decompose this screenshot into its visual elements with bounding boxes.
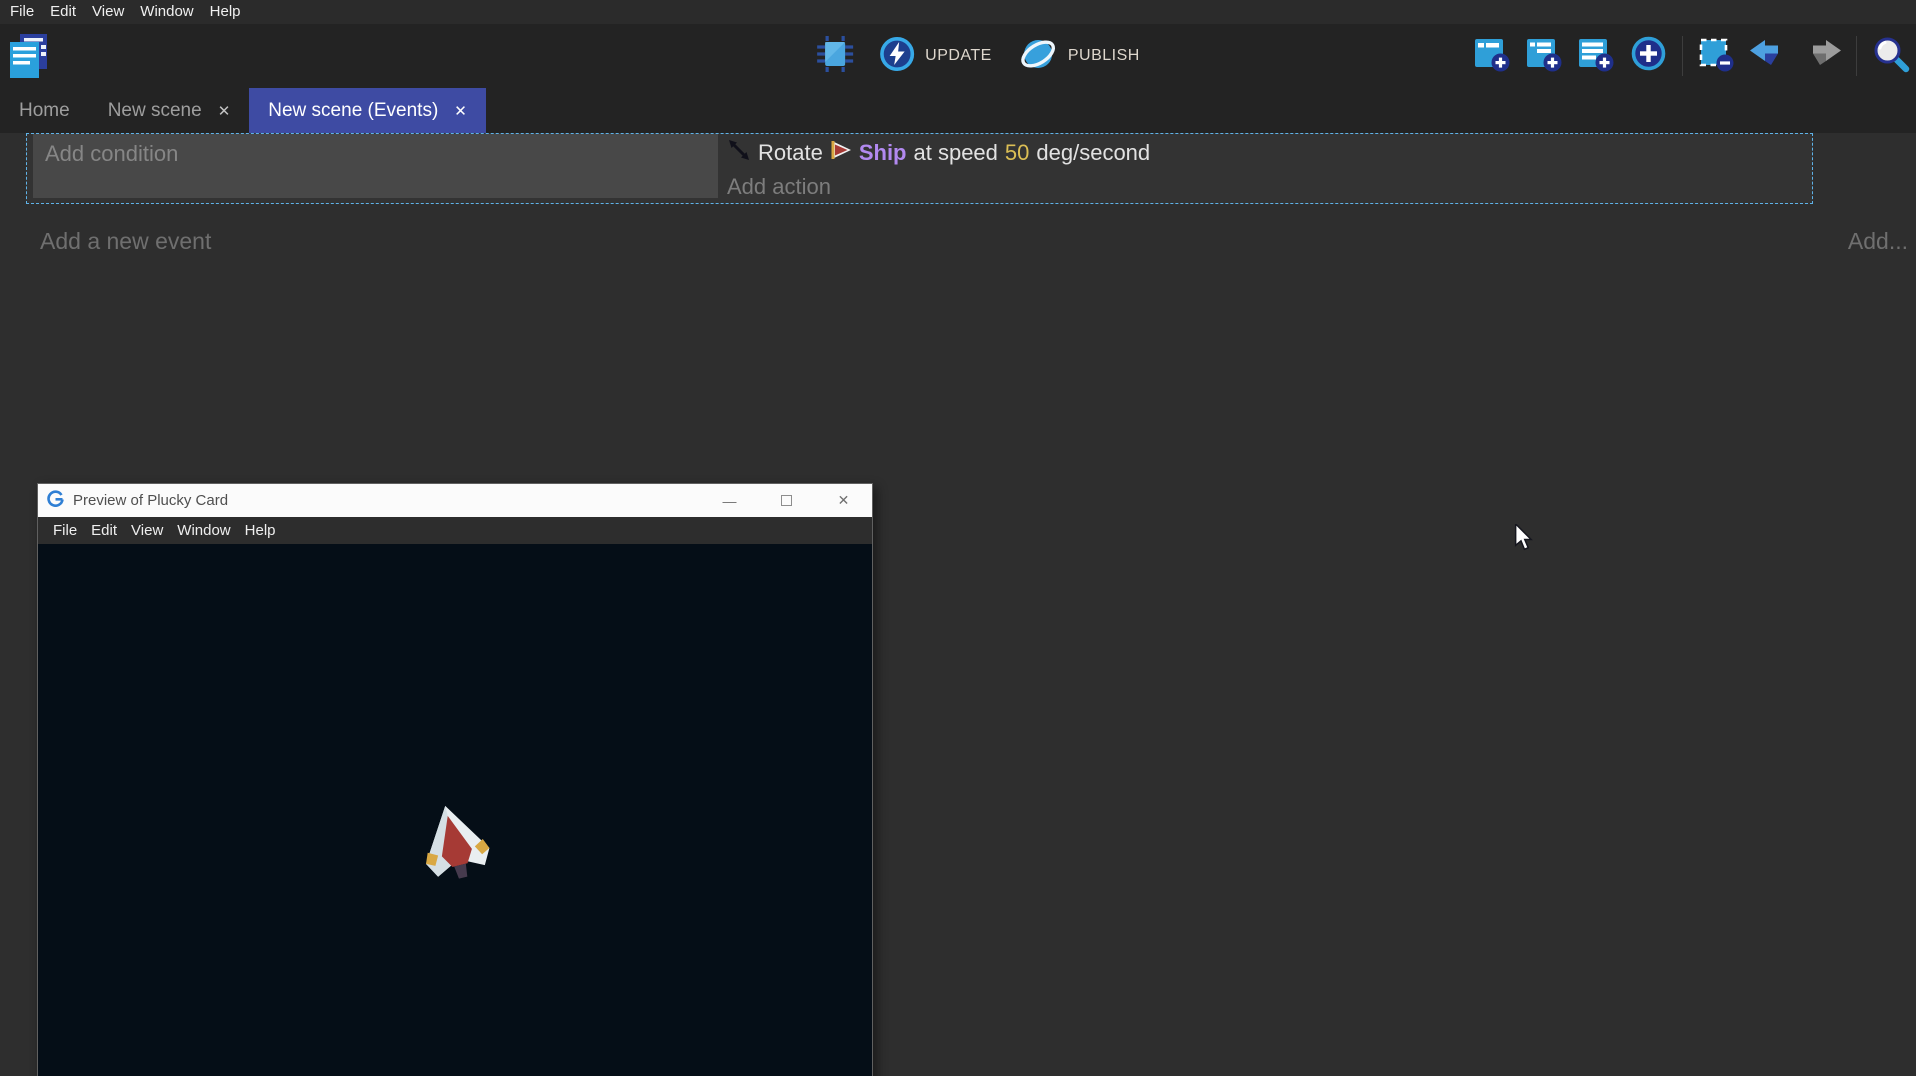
main-toolbar: UPDATE PUBLISH [0,24,1916,88]
add-subevent-icon [1526,35,1563,77]
redo-arrow-icon [1803,39,1841,74]
choose-and-add-event-button[interactable] [1630,35,1667,77]
preview-window-title: Preview of Plucky Card [73,492,228,509]
menu-file[interactable]: File [2,0,42,24]
tab-new-scene-events[interactable]: New scene (Events) ✕ [249,88,486,133]
preview-menu-help[interactable]: Help [238,522,283,539]
undo-button[interactable] [1750,39,1788,74]
editor-tabbar: Home New scene ✕ New scene (Events) ✕ [0,88,1916,133]
add-new-event-button[interactable]: Add a new event [40,228,211,255]
add-action-placeholder[interactable]: Add action [727,171,1812,203]
close-button[interactable]: ✕ [815,492,872,509]
selected-event[interactable]: Add condition Rotate [26,133,1813,204]
tab-label: New scene [108,100,202,122]
actions-column[interactable]: Rotate Ship at speed 50 deg/second Add a… [718,134,1812,203]
maximize-icon [781,495,792,506]
events-sheet: Add condition Rotate [0,133,1916,1076]
preview-menubar: File Edit View Window Help [38,517,872,544]
ship-sprite [403,793,507,896]
add-event-button[interactable] [1474,35,1511,77]
gdevelop-logo-icon [47,490,64,512]
tab-new-scene[interactable]: New scene ✕ [89,88,250,133]
delete-selection-icon [1698,35,1735,77]
action-rotate-ship[interactable]: Rotate Ship at speed 50 deg/second [727,134,1812,171]
menu-help[interactable]: Help [202,0,249,24]
preview-menu-file[interactable]: File [46,522,84,539]
minimize-button[interactable]: — [701,493,758,509]
toolbar-divider [1682,36,1683,76]
tab-close-icon[interactable]: ✕ [454,102,467,120]
tab-home[interactable]: Home [0,88,89,133]
add-event-icon [1474,35,1511,77]
app-menubar: File Edit View Window Help [0,0,1916,24]
add-subevent-button[interactable] [1526,35,1563,77]
action-object: Ship [859,140,907,166]
update-label: UPDATE [925,47,992,65]
menu-view[interactable]: View [84,0,132,24]
preview-menu-window[interactable]: Window [170,522,237,539]
publish-button[interactable]: PUBLISH [1018,35,1140,78]
debugger-button[interactable] [815,35,855,78]
project-manager-button[interactable] [8,32,50,85]
delete-selection-button[interactable] [1698,35,1735,77]
rotate-action-icon [727,138,751,168]
add-condition-placeholder[interactable]: Add condition [45,141,178,166]
tab-label: New scene (Events) [268,100,438,122]
conditions-column[interactable]: Add condition [33,134,718,198]
action-unit: deg/second [1036,140,1150,166]
update-button[interactable]: UPDATE [879,36,992,77]
menu-window[interactable]: Window [132,0,201,24]
add-more-button[interactable]: Add... [1848,228,1908,255]
preview-titlebar[interactable]: Preview of Plucky Card — ✕ [38,484,872,517]
search-events-button[interactable] [1872,35,1910,78]
action-connector: at speed [914,140,998,166]
add-comment-button[interactable] [1578,35,1615,77]
update-lightning-icon [879,36,915,77]
search-icon [1872,35,1910,78]
redo-button[interactable] [1803,39,1841,74]
undo-arrow-icon [1750,39,1788,74]
project-manager-icon [8,32,50,85]
action-value: 50 [1005,140,1029,166]
tab-close-icon[interactable]: ✕ [218,102,231,120]
toolbar-divider [1856,36,1857,76]
menu-edit[interactable]: Edit [42,0,84,24]
publish-planet-icon [1018,35,1058,78]
publish-label: PUBLISH [1068,47,1140,65]
tab-label: Home [19,100,70,122]
game-canvas[interactable] [38,544,872,1076]
add-circle-icon [1630,35,1667,77]
debugger-bug-icon [815,35,855,78]
action-verb: Rotate [758,140,823,166]
add-comment-icon [1578,35,1615,77]
ship-object-icon [830,140,852,166]
maximize-button[interactable] [758,493,815,509]
preview-menu-view[interactable]: View [124,522,170,539]
preview-window: Preview of Plucky Card — ✕ File Edit Vie… [37,483,873,1076]
preview-menu-edit[interactable]: Edit [84,522,124,539]
